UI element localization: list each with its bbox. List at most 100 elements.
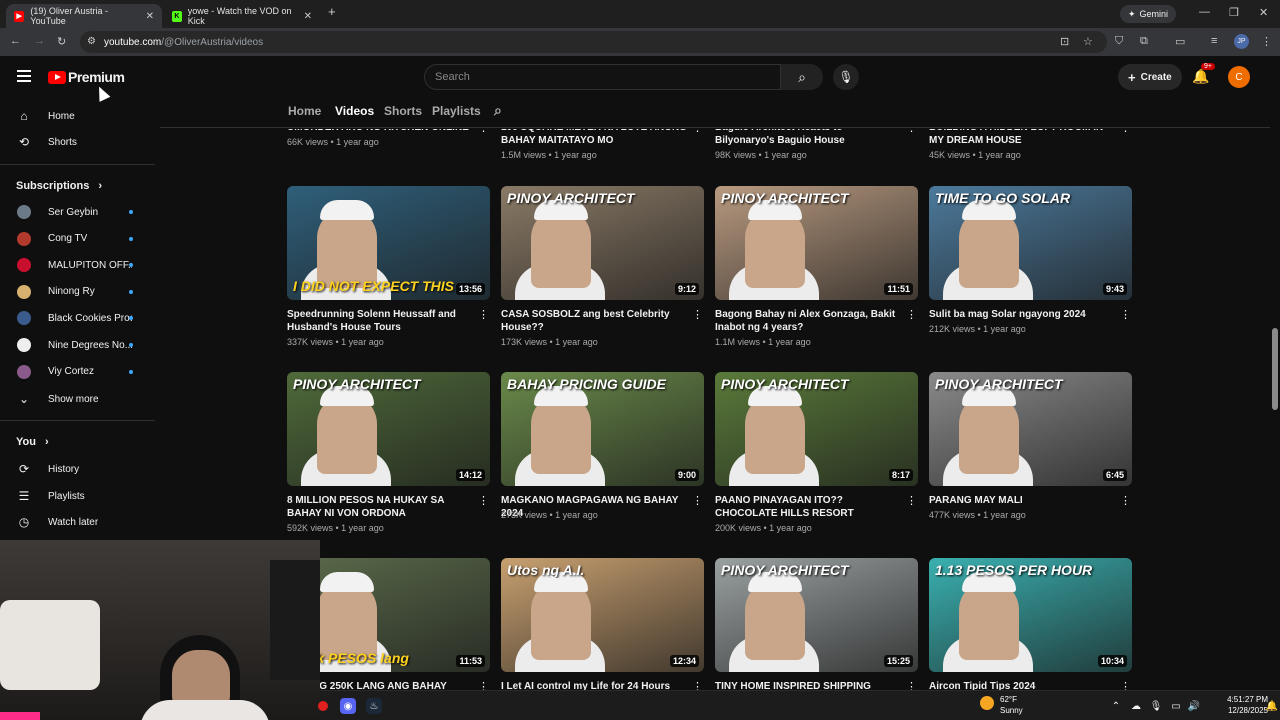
network-icon[interactable]: ▭ (1168, 698, 1184, 714)
channel-avatar (16, 364, 32, 380)
forward-icon[interactable]: → (34, 35, 45, 47)
reading-list-icon[interactable]: ≡ (1211, 35, 1217, 47)
more-actions-icon[interactable]: ⋮ (478, 496, 489, 507)
mic-icon[interactable]: 🎙 (1148, 698, 1164, 714)
video-thumbnail[interactable]: PINOY ARCHITECT 9:12 (501, 186, 704, 300)
steam-icon[interactable]: ♨ (366, 698, 382, 714)
restore-icon[interactable]: ❐ (1229, 6, 1239, 19)
browser-tab-youtube[interactable]: ▶ (19) Oliver Austria - YouTube ✕ (6, 4, 162, 28)
sidebar-show-more[interactable]: ⌄ Show more (0, 386, 155, 412)
sidebar-item-home[interactable]: ⌂ Home (0, 103, 155, 129)
create-button[interactable]: + Create (1118, 64, 1182, 90)
tab-videos[interactable]: Videos (335, 104, 374, 118)
weather-widget[interactable]: 62°F Sunny (980, 694, 1023, 716)
video-title[interactable]: PARANG MAY MALI (929, 494, 1117, 507)
more-actions-icon[interactable]: ⋮ (692, 310, 703, 321)
sidebar-subscription-item[interactable]: Viy Cortez (0, 359, 155, 385)
sidebar-subscription-item[interactable]: Cong TV (0, 226, 155, 252)
notifications-button[interactable]: 🔔 9+ (1192, 63, 1215, 85)
video-thumbnail[interactable]: Utos ng A.I. 12:34 (501, 558, 704, 672)
video-thumbnail[interactable]: PINOY ARCHITECT 11:51 (715, 186, 918, 300)
video-title[interactable]: Sulit ba mag Solar ngayong 2024 (929, 308, 1117, 321)
video-title[interactable]: 100 SQUARE METER NA LOTE ANONG BAHAY MAI… (501, 129, 689, 147)
menu-kebab-icon[interactable]: ⋮ (1261, 35, 1272, 48)
video-thumbnail[interactable]: PINOY ARCHITECT 6:45 (929, 372, 1132, 486)
app-icon-red[interactable] (318, 701, 328, 711)
bookmark-star-icon[interactable]: ☆ (1083, 35, 1093, 48)
sidebar-subscription-item[interactable]: Ser Geybin (0, 199, 155, 225)
video-title[interactable]: CASA SOSBOLZ ang best Celebrity House?? (501, 308, 689, 334)
more-actions-icon[interactable]: ⋮ (1120, 310, 1131, 321)
account-avatar[interactable]: C (1228, 66, 1250, 88)
chevron-up-icon[interactable]: ⌃ (1108, 698, 1124, 714)
more-actions-icon[interactable]: ⋮ (478, 129, 489, 134)
video-thumbnail[interactable]: PINOY ARCHITECT 15:25 (715, 558, 918, 672)
sidebar-subscription-item[interactable]: Black Cookies Prod... (0, 305, 155, 331)
tab-shorts[interactable]: Shorts (384, 104, 422, 118)
back-icon[interactable]: ← (10, 35, 21, 47)
video-title[interactable]: Baguio Architect Reacts to Bilyonaryo's … (715, 129, 903, 147)
video-title[interactable]: 8 MILLION PESOS NA HUKAY SA BAHAY NI VON… (287, 494, 475, 520)
video-thumbnail[interactable]: PINOY ARCHITECT 8:17 (715, 372, 918, 486)
cast-icon[interactable]: ▭ (1175, 35, 1185, 48)
video-thumbnail[interactable]: 1.13 PESOS PER HOUR 10:34 (929, 558, 1132, 672)
channel-search-icon[interactable]: ⌕ (494, 102, 502, 119)
more-actions-icon[interactable]: ⋮ (906, 129, 917, 134)
close-tab-icon[interactable]: ✕ (146, 11, 154, 22)
reload-icon[interactable]: ↻ (57, 35, 66, 48)
scrollbar-thumb[interactable] (1272, 328, 1278, 410)
browser-tab-kick[interactable]: K yowe - Watch the VOD on Kick ✕ (164, 4, 320, 28)
more-actions-icon[interactable]: ⋮ (906, 310, 917, 321)
subscriptions-heading[interactable]: Subscriptions › (16, 180, 102, 192)
close-tab-icon[interactable]: ✕ (304, 11, 312, 22)
more-actions-icon[interactable]: ⋮ (478, 310, 489, 321)
hamburger-menu-icon[interactable] (17, 70, 31, 82)
new-content-dot (129, 210, 133, 214)
voice-search-button[interactable]: 🎙 (833, 64, 859, 90)
subscriptions-heading-label: Subscriptions (16, 180, 90, 192)
sidebar-item-history[interactable]: ⟳ History (0, 456, 155, 482)
video-thumbnail[interactable]: I DID NOT EXPECT THIS 13:56 (287, 186, 490, 300)
more-actions-icon[interactable]: ⋮ (906, 496, 917, 507)
search-input[interactable]: Search (424, 64, 781, 90)
video-title[interactable]: Speedrunning Solenn Heussaff and Husband… (287, 308, 475, 334)
page-scrollbar[interactable] (1270, 56, 1280, 690)
sidebar-subscription-item[interactable]: Ninong Ry (0, 279, 155, 305)
cloud-icon[interactable]: ☁ (1128, 698, 1144, 714)
video-title[interactable]: UMORDER AKO NG KITCHEN ONLINE (287, 129, 475, 134)
video-thumbnail[interactable]: BAHAY PRICING GUIDE 9:00 (501, 372, 704, 486)
more-actions-icon[interactable]: ⋮ (692, 496, 703, 507)
more-actions-icon[interactable]: ⋮ (692, 129, 703, 134)
sidebar-item-shorts[interactable]: ⟲ Shorts (0, 129, 155, 155)
sidebar-item-watch-later[interactable]: ◷ Watch later (0, 509, 155, 535)
video-thumbnail[interactable]: TIME TO GO SOLAR 9:43 (929, 186, 1132, 300)
more-actions-icon[interactable]: ⋮ (1120, 129, 1131, 134)
youtube-premium-logo[interactable]: Premium (48, 69, 125, 85)
you-heading[interactable]: You › (16, 436, 49, 448)
tab-playlists[interactable]: Playlists (432, 104, 481, 118)
volume-icon[interactable]: 🔊 (1186, 698, 1202, 714)
install-app-icon[interactable]: ⊡ (1060, 35, 1069, 48)
site-info-icon[interactable]: ⚙ (87, 36, 96, 47)
discord-icon[interactable]: ◉ (340, 698, 356, 714)
video-title[interactable]: BUILDING A HIDDEN LOFT ROOM IN MY DREAM … (929, 129, 1117, 147)
video-title[interactable]: Bagong Bahay ni Alex Gonzaga, Bakit Inab… (715, 308, 903, 334)
sidebar-subscription-item[interactable]: Nine Degrees No... (0, 332, 155, 358)
new-tab-button[interactable]: + (328, 4, 336, 19)
profile-avatar[interactable]: JP (1234, 34, 1249, 49)
more-actions-icon[interactable]: ⋮ (1120, 496, 1131, 507)
minimize-icon[interactable]: — (1199, 6, 1210, 18)
tab-home[interactable]: Home (288, 104, 321, 118)
gemini-button[interactable]: ✦ Gemini (1120, 5, 1177, 23)
system-clock[interactable]: 4:51:27 PM 12/28/2025 (1208, 694, 1268, 716)
notifications-center-icon[interactable]: 🔔 (1264, 698, 1280, 714)
sidebar-subscription-item[interactable]: MALUPITON OFF... (0, 252, 155, 278)
close-window-icon[interactable]: ✕ (1259, 6, 1268, 19)
extensions-icon[interactable]: ⧉ (1140, 35, 1148, 48)
sidebar-item-playlists[interactable]: ☰ Playlists (0, 483, 155, 509)
address-bar[interactable]: ⚙ youtube.com/@OliverAustria/videos (80, 31, 1107, 53)
shield-icon[interactable]: ⛉ (1115, 35, 1123, 48)
search-button[interactable]: ⌕ (781, 64, 823, 90)
video-title[interactable]: PAANO PINAYAGAN ITO?? CHOCOLATE HILLS RE… (715, 494, 903, 520)
video-thumbnail[interactable]: PINOY ARCHITECT 14:12 (287, 372, 490, 486)
